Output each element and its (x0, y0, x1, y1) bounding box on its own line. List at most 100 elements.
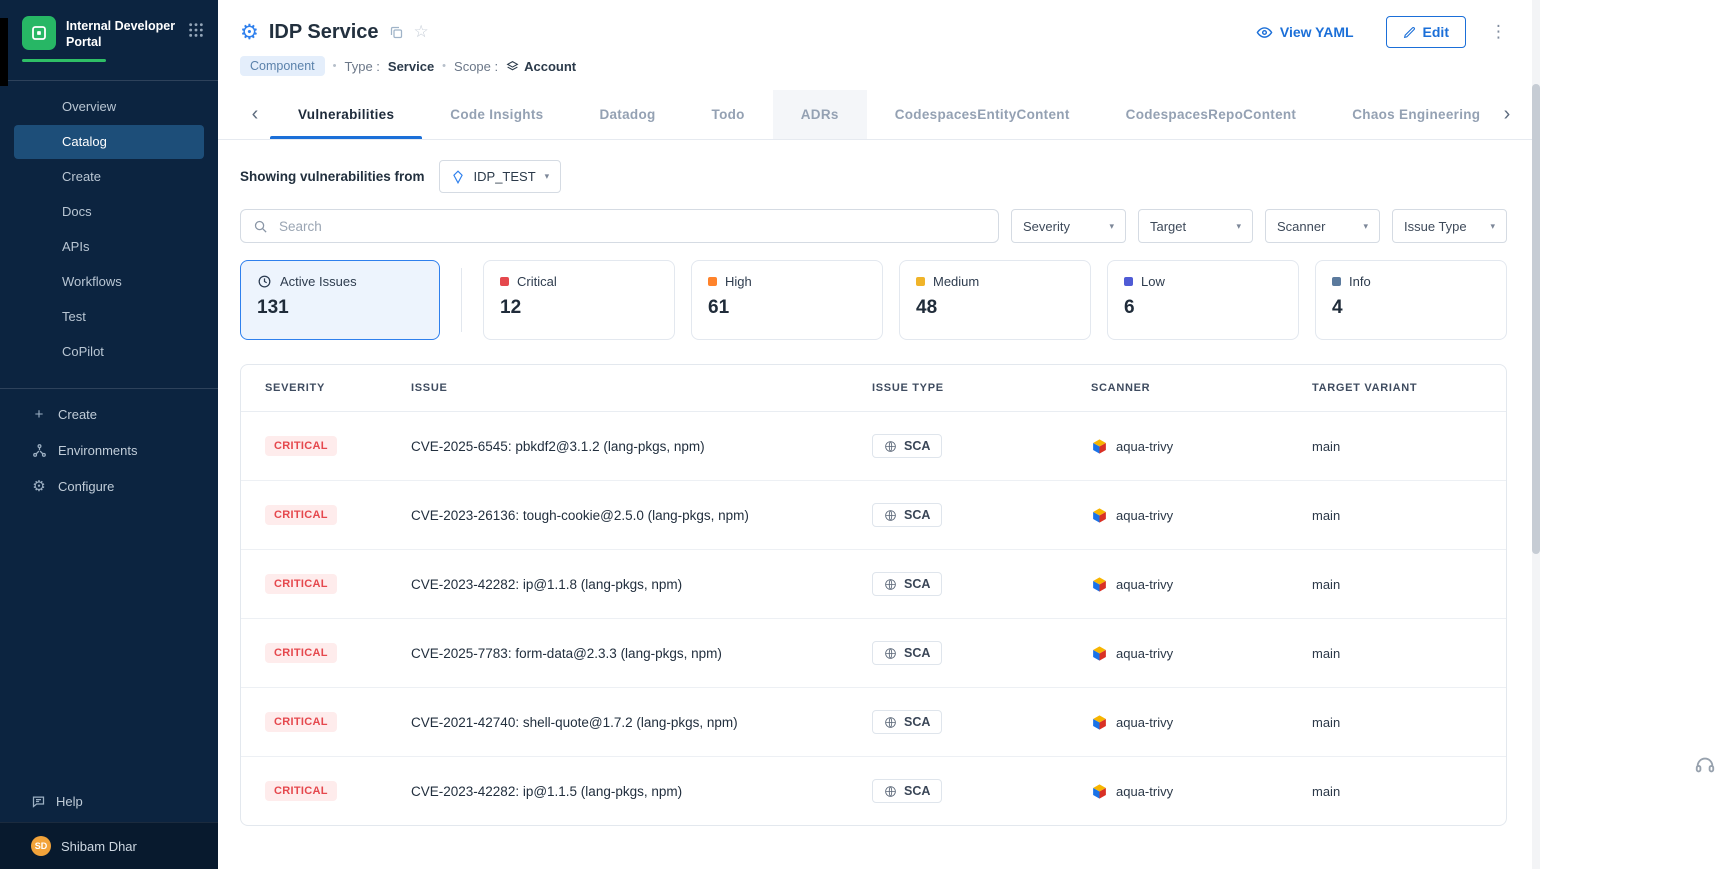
tab-datadog[interactable]: Datadog (571, 90, 683, 139)
sidebar-configure-label: Configure (58, 479, 114, 494)
severity-badge: CRITICAL (265, 712, 337, 732)
type-label: Type : (344, 59, 379, 74)
brand-accent-underline (22, 59, 106, 62)
scanner-filter[interactable]: Scanner ▾ (1265, 209, 1380, 243)
entity-title-row: ⚙ IDP Service ☆ View YAML (240, 16, 1507, 48)
scanner-cell: aqua-trivy (1091, 507, 1312, 524)
info-label: Info (1349, 274, 1371, 289)
sidebar-divider (0, 80, 218, 81)
help-button[interactable]: Help (0, 780, 218, 822)
table-row[interactable]: CRITICAL CVE-2025-7783: form-data@2.3.3 … (241, 619, 1506, 688)
sidebar-item-create[interactable]: Create (14, 160, 204, 194)
critical-card[interactable]: Critical 12 (483, 260, 675, 340)
scanner-cell: aqua-trivy (1091, 783, 1312, 800)
sidebar-item-catalog[interactable]: Catalog (14, 125, 204, 159)
sidebar-item-apis[interactable]: APIs (14, 230, 204, 264)
critical-value: 12 (500, 297, 658, 319)
issue-type-filter[interactable]: Issue Type ▾ (1392, 209, 1507, 243)
edit-button[interactable]: Edit (1386, 16, 1466, 48)
page-title: IDP Service (269, 21, 379, 44)
high-card[interactable]: High 61 (691, 260, 883, 340)
tabs-scroll-right-icon[interactable]: › (1488, 90, 1526, 139)
table-row[interactable]: CRITICAL CVE-2023-26136: tough-cookie@2.… (241, 481, 1506, 550)
sidebar-item-docs[interactable]: Docs (14, 195, 204, 229)
tab-adrs[interactable]: ADRs (773, 90, 867, 139)
medium-card[interactable]: Medium 48 (899, 260, 1091, 340)
app-root: Internal Developer Portal Overview Catal… (0, 0, 1724, 869)
help-label: Help (56, 794, 83, 809)
source-select[interactable]: IDP_TEST ▾ (439, 160, 562, 193)
web-icon (884, 440, 897, 453)
tab-chaos-engineering[interactable]: Chaos Engineering (1324, 90, 1492, 139)
kebab-menu-icon[interactable]: ⋮ (1490, 22, 1507, 42)
web-icon (884, 647, 897, 660)
page-scrollbar[interactable] (1532, 0, 1540, 869)
target-variant-cell: main (1312, 646, 1482, 661)
vulnerabilities-table: SEVERITY ISSUE ISSUE TYPE SCANNER TARGET… (240, 364, 1507, 826)
tabs-scroll-area: Vulnerabilities Code Insights Datadog To… (270, 90, 1492, 139)
sidebar-environments-button[interactable]: Environments (0, 433, 218, 469)
sidebar-create-button[interactable]: + Create (0, 397, 218, 433)
issue-type-chip: SCA (872, 434, 942, 458)
environments-icon (31, 443, 47, 458)
apps-grid-icon[interactable] (188, 16, 204, 43)
high-label: High (725, 274, 752, 289)
sidebar-configure-button[interactable]: ⚙ Configure (0, 469, 218, 505)
target-filter[interactable]: Target ▾ (1138, 209, 1253, 243)
active-issues-card[interactable]: Active Issues 131 (240, 260, 440, 340)
copy-icon[interactable] (389, 25, 404, 40)
severity-badge: CRITICAL (265, 436, 337, 456)
showing-row: Showing vulnerabilities from IDP_TEST ▾ (240, 160, 1507, 193)
source-select-value: IDP_TEST (474, 169, 536, 184)
severity-badge: CRITICAL (265, 643, 337, 663)
sidebar-item-workflows[interactable]: Workflows (14, 265, 204, 299)
brand-logo[interactable] (22, 16, 56, 50)
sidebar-item-test[interactable]: Test (14, 300, 204, 334)
medium-dot-icon (916, 277, 925, 286)
target-filter-label: Target (1150, 219, 1186, 234)
tab-vulnerabilities[interactable]: Vulnerabilities (270, 90, 422, 139)
tabs-scroll-left-icon[interactable]: ‹ (240, 90, 270, 139)
info-dot-icon (1332, 277, 1341, 286)
scrollbar-thumb[interactable] (1532, 84, 1540, 554)
sidebar-item-copilot[interactable]: CoPilot (14, 335, 204, 369)
brand-title: Internal Developer Portal (66, 16, 178, 51)
table-row[interactable]: CRITICAL CVE-2023-42282: ip@1.1.8 (lang-… (241, 550, 1506, 619)
sidebar-item-overview[interactable]: Overview (14, 90, 204, 124)
issue-text: CVE-2023-26136: tough-cookie@2.5.0 (lang… (411, 508, 872, 523)
table-row[interactable]: CRITICAL CVE-2023-42282: ip@1.1.5 (lang-… (241, 757, 1506, 825)
gear-icon: ⚙ (31, 479, 47, 494)
left-edge-strip (0, 18, 8, 86)
col-target-variant: TARGET VARIANT (1312, 382, 1482, 394)
view-yaml-link[interactable]: View YAML (1256, 24, 1354, 41)
active-issues-label: Active Issues (280, 274, 357, 289)
scanner-cell: aqua-trivy (1091, 576, 1312, 593)
low-dot-icon (1124, 277, 1133, 286)
col-issue-type: ISSUE TYPE (872, 382, 1091, 394)
user-menu[interactable]: SD Shibam Dhar (0, 822, 218, 869)
low-card[interactable]: Low 6 (1107, 260, 1299, 340)
scope-label: Scope : (454, 59, 498, 74)
tab-codespaces-repo-content[interactable]: CodespacesRepoContent (1098, 90, 1325, 139)
issue-text: CVE-2023-42282: ip@1.1.8 (lang-pkgs, npm… (411, 577, 872, 592)
target-source-icon (451, 170, 465, 184)
scanner-filter-label: Scanner (1277, 219, 1325, 234)
tab-todo[interactable]: Todo (684, 90, 773, 139)
table-header-row: SEVERITY ISSUE ISSUE TYPE SCANNER TARGET… (241, 365, 1506, 412)
col-scanner: SCANNER (1091, 382, 1312, 394)
issue-type-chip: SCA (872, 710, 942, 734)
favorite-star-icon[interactable]: ☆ (414, 22, 429, 42)
tab-code-insights[interactable]: Code Insights (422, 90, 571, 139)
severity-filter[interactable]: Severity ▾ (1011, 209, 1126, 243)
stats-row: Active Issues 131 Critical 12 High 61 (240, 260, 1507, 340)
table-row[interactable]: CRITICAL CVE-2021-42740: shell-quote@1.7… (241, 688, 1506, 757)
scope-value-text: Account (524, 59, 576, 74)
search-input[interactable] (277, 218, 986, 235)
high-value: 61 (708, 297, 866, 319)
plus-icon: + (31, 407, 47, 422)
view-yaml-label: View YAML (1280, 24, 1354, 40)
info-card[interactable]: Info 4 (1315, 260, 1507, 340)
support-headset-icon[interactable] (1694, 754, 1716, 781)
tab-codespaces-entity-content[interactable]: CodespacesEntityContent (867, 90, 1098, 139)
table-row[interactable]: CRITICAL CVE-2025-6545: pbkdf2@3.1.2 (la… (241, 412, 1506, 481)
